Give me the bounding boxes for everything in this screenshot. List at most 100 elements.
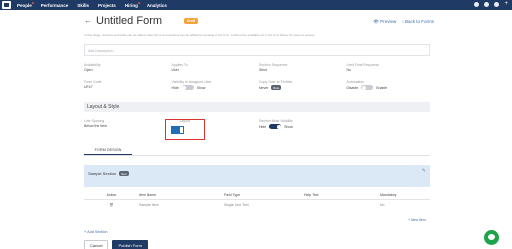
field-label: Limit Final Response [346, 63, 380, 67]
description-placeholder: Add Description... [88, 49, 116, 53]
column-header: Help Text [304, 193, 319, 197]
layout-main-pane [171, 126, 179, 134]
item-name-cell: Sample Item [139, 203, 159, 207]
field-label: Availability [84, 63, 101, 67]
field-value: No [346, 68, 351, 72]
toggle-row: Hide Show [172, 85, 260, 90]
field-value: Strict [259, 68, 267, 72]
chat-support-icon[interactable] [484, 230, 499, 245]
preview-label: Preview [380, 19, 397, 24]
empty-cell [347, 119, 435, 129]
automation-field: Automation Disable Enable [347, 80, 435, 90]
delete-icon[interactable]: 🗑 [84, 203, 139, 207]
page-subtitle: In this stage, sections and fields can b… [84, 33, 316, 37]
field-value: UF47 [84, 85, 93, 89]
header-links: 👁 Preview ‹ Back to Forms [373, 19, 434, 25]
form-code-field[interactable]: Form Code UF47 [84, 80, 172, 90]
layout-side-pane [179, 126, 184, 134]
limit-final-response-field[interactable]: Limit Final Response No [347, 63, 435, 72]
layout-style-header: Layout & Style [84, 102, 430, 112]
table-row[interactable]: 🗑 Sample Item Single Line Text No [84, 200, 430, 207]
section-visibility-toggle[interactable] [269, 124, 282, 129]
column-header: Field Type [224, 193, 241, 197]
toggle-right-label: Show [196, 85, 206, 90]
add-icon[interactable]: + [504, 1, 508, 7]
nav-analytics[interactable]: Analytics [147, 3, 167, 8]
back-to-forms-link[interactable]: ‹ Back to Forms [402, 19, 434, 25]
field-label: Section Most Visibility [259, 119, 293, 123]
field-label: Visibility to Assigned User [171, 80, 212, 84]
edit-icon[interactable]: ✎ [422, 168, 426, 174]
toggle-left-label: Hide [259, 124, 267, 129]
copy-over-field[interactable]: Copy Over to Profiles Never Beta [259, 80, 347, 90]
top-right-actions: + [474, 1, 508, 7]
visibility-toggle[interactable] [181, 85, 194, 90]
automation-toggle[interactable] [361, 85, 374, 90]
column-header: Action [106, 193, 117, 197]
footer-actions: Cancel Publish Form [84, 240, 149, 249]
main-nav: People Performance Skills Projects Hirin… [17, 1, 167, 8]
nav-performance[interactable]: Performance [41, 3, 69, 8]
section-card: Sample Section New ✎ [84, 165, 430, 187]
description-field[interactable]: Add Description... [84, 44, 430, 56]
availability-field[interactable]: Availability Open [84, 63, 172, 72]
preview-link[interactable]: 👁 Preview [373, 19, 396, 25]
cancel-button[interactable]: Cancel [84, 240, 109, 249]
layout-selector-icon[interactable] [171, 126, 184, 134]
publish-form-button[interactable]: Publish Form [112, 240, 149, 249]
visibility-to-user-field: Visibility to Assigned User Hide Show [172, 80, 260, 90]
nav-skills[interactable]: Skills [77, 3, 89, 8]
section-sequence-field[interactable]: Section Sequence Strict [259, 63, 347, 72]
line-spacing-field[interactable]: Line Spacing Below the Item [84, 119, 172, 129]
help-text-cell [304, 203, 380, 207]
app-logo-icon[interactable] [2, 1, 11, 9]
new-item-link[interactable]: + New Item [408, 218, 426, 222]
field-label: Automation [346, 80, 365, 84]
column-header: Item Name [139, 193, 157, 197]
back-to-forms-label: Back to Forms [404, 19, 434, 24]
tab-form-design[interactable]: FORM DESIGN [84, 148, 132, 155]
new-badge: New [119, 171, 129, 176]
field-label: Line Spacing [84, 119, 105, 123]
beta-badge: Beta [271, 85, 282, 90]
add-section-link[interactable]: + Add Section [84, 230, 108, 234]
notifications-icon[interactable] [484, 2, 490, 7]
toggle-left-label: Disable [346, 85, 359, 90]
field-value: Below the Item [84, 124, 108, 128]
toggle-right-label: Show [284, 124, 293, 129]
page-header: ← Untitled Form Draft 👁 Preview ‹ Back t… [84, 15, 434, 29]
toggle-row: Disable Enable [347, 85, 435, 90]
section-title: Layout & Style [87, 104, 120, 110]
back-arrow-icon[interactable]: ← [84, 16, 92, 25]
applies-to-field[interactable]: Applies To User [172, 63, 260, 72]
section-items-table: Action Item Name Field Type Help Text Ma… [84, 193, 430, 207]
form-settings-grid: Availability Open Applies To User Sectio… [84, 63, 434, 90]
field-label: Section Sequence [259, 63, 288, 67]
mandatory-cell: No [380, 203, 385, 207]
layout-highlight-box [165, 119, 205, 140]
section-header: Sample Section New [88, 171, 129, 176]
toggle-row: Hide Show [259, 124, 347, 129]
draft-badge: Draft [184, 18, 199, 24]
search-icon[interactable] [474, 2, 480, 7]
field-value: User [171, 68, 179, 72]
section-name[interactable]: Sample Section [88, 171, 116, 176]
field-type-cell: Single Line Text [224, 203, 249, 207]
top-navigation-bar: People Performance Skills Projects Hirin… [0, 0, 512, 10]
field-label: Applies To [171, 63, 188, 67]
layout-style-grid: Line Spacing Below the Item Layout Secti… [84, 119, 434, 129]
nav-people[interactable]: People [17, 1, 34, 8]
toggle-left-label: Hide [171, 85, 179, 90]
user-avatar[interactable] [494, 2, 500, 7]
nav-projects[interactable]: Projects [98, 3, 116, 8]
nav-hiring[interactable]: Hiring [125, 1, 140, 8]
section-visibility-field: Section Most Visibility Hide Show [259, 119, 347, 129]
field-label: Form Code [84, 80, 102, 84]
field-value: Never [259, 85, 269, 90]
field-value: Open [84, 68, 93, 72]
column-header: Mandatory [380, 193, 397, 197]
notification-dot-icon [137, 1, 140, 4]
form-title[interactable]: Untitled Form [96, 15, 162, 27]
copy-over-value-row: Never Beta [259, 85, 347, 90]
notification-dot-icon [31, 1, 34, 4]
